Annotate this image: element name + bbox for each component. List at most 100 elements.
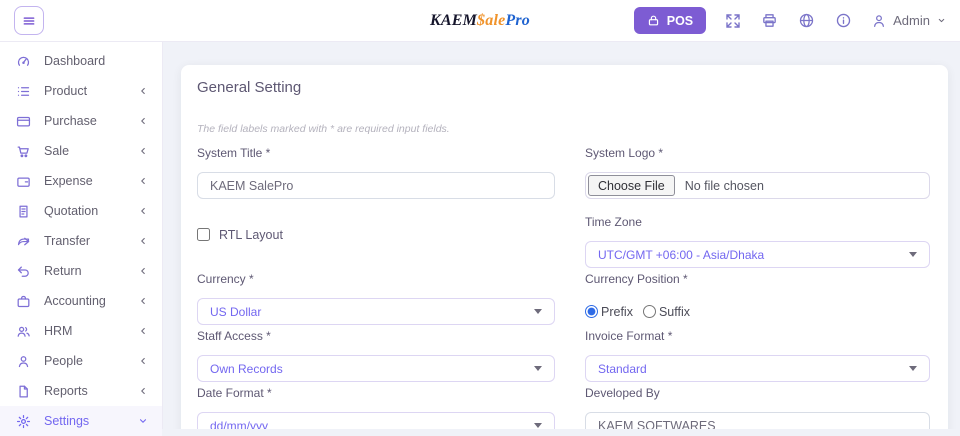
sidebar-item-transfer[interactable]: Transfer bbox=[0, 226, 162, 256]
system-title-label: System Title * bbox=[197, 144, 555, 162]
currency-position-label: Currency Position * bbox=[585, 270, 930, 288]
developed-by-label: Developed By bbox=[585, 384, 930, 402]
staff-access-field: Staff Access * Own Records bbox=[197, 327, 555, 382]
caret-icon bbox=[534, 423, 542, 428]
developed-by-input[interactable] bbox=[585, 412, 930, 429]
invoice-format-value: Standard bbox=[598, 362, 647, 376]
suffix-radio-label: Suffix bbox=[659, 305, 690, 319]
pos-button-label: POS bbox=[667, 14, 693, 28]
general-setting-form: System Title * System Logo * Choose File… bbox=[197, 144, 930, 429]
time-zone-select[interactable]: UTC/GMT +06:00 - Asia/Dhaka bbox=[585, 241, 930, 268]
suffix-radio-option[interactable]: Suffix bbox=[643, 305, 690, 319]
caret-icon bbox=[534, 309, 542, 314]
chevron-down-icon bbox=[138, 416, 148, 426]
prefix-radio[interactable] bbox=[585, 305, 598, 318]
chevron-left-icon bbox=[138, 236, 148, 246]
main-content: General Setting The field labels marked … bbox=[164, 42, 960, 429]
developed-by-field: Developed By bbox=[585, 384, 930, 429]
time-zone-label: Time Zone bbox=[585, 213, 930, 231]
page-title: General Setting bbox=[197, 79, 930, 96]
currency-label: Currency * bbox=[197, 270, 555, 288]
sidebar-item-label: Return bbox=[44, 264, 138, 278]
cart-icon bbox=[16, 144, 31, 159]
logo-text-kaem: KAEM bbox=[430, 12, 477, 29]
chevron-left-icon bbox=[138, 86, 148, 96]
chevron-left-icon bbox=[138, 326, 148, 336]
fullscreen-icon[interactable] bbox=[725, 13, 741, 29]
sidebar-item-sale[interactable]: Sale bbox=[0, 136, 162, 166]
chevron-left-icon bbox=[138, 116, 148, 126]
system-title-input[interactable] bbox=[197, 172, 555, 199]
info-icon[interactable] bbox=[835, 12, 852, 29]
sidebar-item-label: Expense bbox=[44, 174, 138, 188]
caret-icon bbox=[909, 366, 917, 371]
prefix-radio-option[interactable]: Prefix bbox=[585, 305, 633, 319]
choose-file-button[interactable]: Choose File bbox=[588, 175, 675, 196]
gear-icon bbox=[16, 414, 31, 429]
sidebar-item-reports[interactable]: Reports bbox=[0, 376, 162, 406]
sidebar-item-settings[interactable]: Settings bbox=[0, 406, 162, 436]
currency-position-options: Prefix Suffix bbox=[585, 298, 930, 325]
sidebar-item-people[interactable]: People bbox=[0, 346, 162, 376]
suffix-radio[interactable] bbox=[643, 305, 656, 318]
pos-button[interactable]: POS bbox=[634, 7, 706, 34]
date-format-select[interactable]: dd/mm/yyy bbox=[197, 412, 555, 429]
chevron-down-icon bbox=[937, 16, 946, 25]
share-icon bbox=[16, 234, 31, 249]
sidebar-item-product[interactable]: Product bbox=[0, 76, 162, 106]
sidebar-item-expense[interactable]: Expense bbox=[0, 166, 162, 196]
wallet-icon bbox=[16, 174, 31, 189]
sidebar-item-quotation[interactable]: Quotation bbox=[0, 196, 162, 226]
gauge-icon bbox=[16, 54, 31, 69]
time-zone-value: UTC/GMT +06:00 - Asia/Dhaka bbox=[598, 248, 764, 262]
sidebar-item-label: HRM bbox=[44, 324, 138, 338]
date-format-value: dd/mm/yyy bbox=[210, 419, 268, 430]
chevron-left-icon bbox=[138, 206, 148, 216]
users-icon bbox=[16, 324, 31, 339]
header-icon-group bbox=[725, 12, 852, 29]
general-setting-card: General Setting The field labels marked … bbox=[181, 65, 948, 429]
menu-toggle-button[interactable] bbox=[14, 6, 44, 35]
user-icon bbox=[16, 354, 31, 369]
sidebar-item-return[interactable]: Return bbox=[0, 256, 162, 286]
invoice-format-select[interactable]: Standard bbox=[585, 355, 930, 382]
chevron-left-icon bbox=[138, 266, 148, 276]
currency-value: US Dollar bbox=[210, 305, 261, 319]
printer-icon[interactable] bbox=[761, 12, 778, 29]
list-icon bbox=[16, 84, 31, 99]
sidebar-item-hrm[interactable]: HRM bbox=[0, 316, 162, 346]
briefcase-icon bbox=[16, 294, 31, 309]
currency-field: Currency * US Dollar bbox=[197, 270, 555, 325]
file-icon bbox=[16, 384, 31, 399]
sidebar-item-label: Quotation bbox=[44, 204, 138, 218]
sidebar-item-dashboard[interactable]: Dashboard bbox=[0, 46, 162, 76]
currency-select[interactable]: US Dollar bbox=[197, 298, 555, 325]
staff-access-value: Own Records bbox=[210, 362, 283, 376]
admin-menu[interactable]: Admin bbox=[871, 13, 946, 29]
admin-label: Admin bbox=[893, 13, 930, 28]
currency-position-field: Currency Position * Prefix Suffix bbox=[585, 270, 930, 325]
sidebar-item-label: Sale bbox=[44, 144, 138, 158]
hamburger-icon bbox=[22, 14, 36, 28]
file-status-text: No file chosen bbox=[685, 179, 764, 193]
caret-icon bbox=[909, 252, 917, 257]
globe-icon[interactable] bbox=[798, 12, 815, 29]
chevron-left-icon bbox=[138, 296, 148, 306]
sidebar-item-accounting[interactable]: Accounting bbox=[0, 286, 162, 316]
invoice-format-label: Invoice Format * bbox=[585, 327, 930, 345]
rtl-layout-field: RTL Layout bbox=[197, 201, 555, 268]
sidebar-item-label: Transfer bbox=[44, 234, 138, 248]
chevron-left-icon bbox=[138, 356, 148, 366]
prefix-radio-label: Prefix bbox=[601, 305, 633, 319]
chevron-left-icon bbox=[138, 386, 148, 396]
system-logo-field: System Logo * Choose File No file chosen bbox=[585, 144, 930, 199]
rtl-layout-option[interactable]: RTL Layout bbox=[197, 228, 283, 242]
sidebar-item-purchase[interactable]: Purchase bbox=[0, 106, 162, 136]
system-logo-label: System Logo * bbox=[585, 144, 930, 162]
system-logo-file-input[interactable]: Choose File No file chosen bbox=[585, 172, 930, 199]
time-zone-field: Time Zone UTC/GMT +06:00 - Asia/Dhaka bbox=[585, 213, 930, 268]
user-icon bbox=[871, 13, 887, 29]
date-format-field: Date Format * dd/mm/yyy bbox=[197, 384, 555, 429]
rtl-layout-checkbox[interactable] bbox=[197, 228, 210, 241]
staff-access-select[interactable]: Own Records bbox=[197, 355, 555, 382]
